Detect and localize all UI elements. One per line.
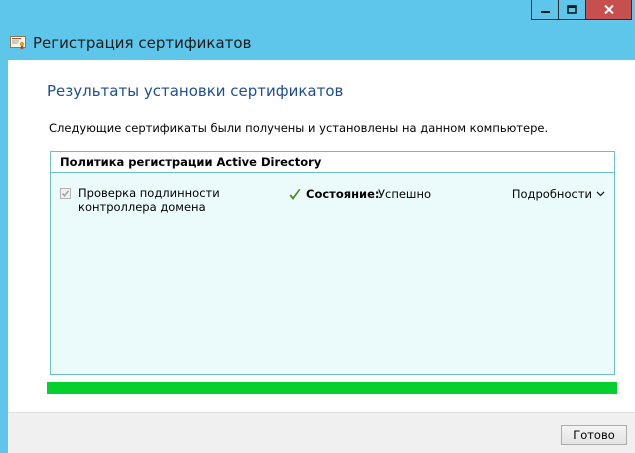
chevron-down-icon: [596, 191, 605, 197]
status-label: Состояние:: [306, 187, 380, 201]
title-bar: Регистрация сертификатов: [0, 0, 635, 60]
wizard-header: Регистрация сертификатов: [0, 27, 635, 59]
window-title: Регистрация сертификатов: [33, 34, 252, 52]
progress-fill: [47, 382, 617, 394]
close-icon: [603, 5, 614, 14]
progress-bar: [47, 382, 617, 394]
certificate-checkbox[interactable]: [60, 188, 71, 199]
policy-header: Политика регистрации Active Directory: [51, 152, 614, 173]
status-value: Успешно: [378, 187, 432, 201]
checkmark-icon: [288, 187, 302, 201]
enrollment-policy-panel: Политика регистрации Active Directory Пр…: [50, 151, 615, 375]
details-toggle[interactable]: Подробности: [512, 187, 605, 201]
wizard-page: Результаты установки сертификатов Следую…: [8, 60, 635, 453]
certificate-row: Проверка подлинности контроллера домена …: [60, 186, 605, 218]
window-frame: Регистрация сертификатов Результаты уста…: [0, 0, 635, 453]
minimize-button[interactable]: [531, 0, 558, 20]
minimize-icon: [540, 5, 550, 14]
done-button[interactable]: Готово: [561, 425, 627, 445]
page-title: Результаты установки сертификатов: [47, 82, 344, 100]
close-button[interactable]: [585, 0, 632, 20]
maximize-button[interactable]: [558, 0, 585, 20]
details-label: Подробности: [511, 187, 592, 201]
certificate-name: Проверка подлинности контроллера домена: [78, 186, 220, 214]
window-controls: [531, 0, 632, 20]
page-description: Следующие сертификаты были получены и ус…: [49, 121, 549, 135]
maximize-icon: [567, 5, 577, 14]
footer-bar: Готово: [8, 412, 635, 453]
certificate-icon: [9, 34, 27, 52]
